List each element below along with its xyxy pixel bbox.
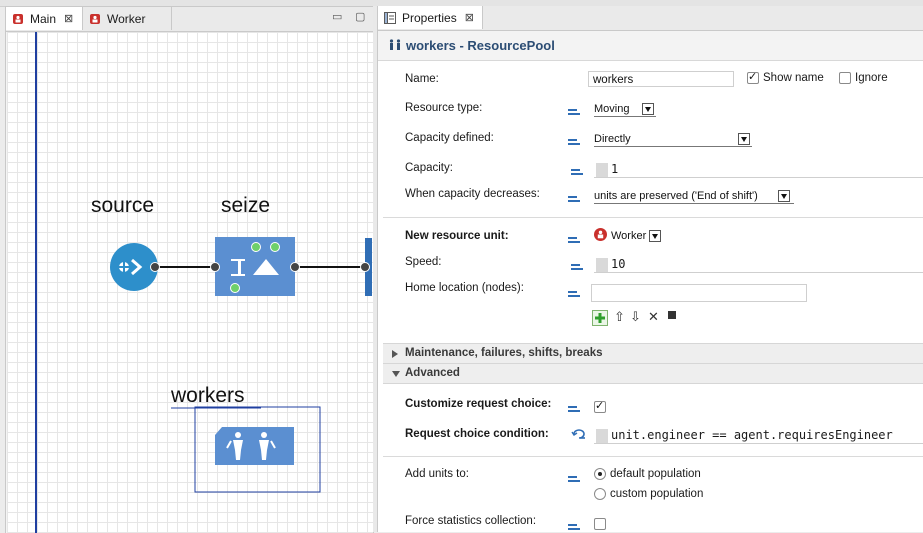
properties-header: workers - ResourcePool	[378, 31, 923, 61]
minimize-icon[interactable]: ▭	[332, 10, 342, 23]
speed-value: 10	[611, 257, 626, 271]
color-swatch-icon[interactable]	[668, 311, 676, 319]
tab-worker[interactable]: Worker	[83, 7, 172, 30]
home-location-list[interactable]	[591, 284, 807, 302]
section-advanced[interactable]: Advanced	[383, 363, 923, 384]
capacity-value: 1	[611, 162, 619, 176]
tab-properties[interactable]: Properties ⊠	[378, 6, 483, 29]
radio-default-population-label: default population	[610, 468, 701, 480]
section-maintenance[interactable]: Maintenance, failures, shifts, breaks	[383, 343, 923, 364]
ignore-checkbox[interactable]	[839, 72, 851, 84]
radio-custom-population-label: custom population	[610, 488, 704, 500]
static-value-icon[interactable]	[568, 137, 582, 147]
capacity-defined-value: Directly	[594, 133, 631, 145]
section-advanced-label: Advanced	[405, 367, 460, 379]
request-condition-label: Request choice condition:	[405, 428, 549, 440]
properties-title: workers - ResourcePool	[406, 38, 555, 53]
section-maintenance-label: Maintenance, failures, shifts, breaks	[405, 347, 603, 359]
force-stats-checkbox[interactable]	[594, 518, 606, 530]
capacity-decreases-value: units are preserved ('End of shift')	[594, 190, 758, 202]
agent-class-icon	[90, 13, 100, 24]
static-value-icon[interactable]	[568, 235, 582, 245]
customize-request-label: Customize request choice:	[405, 398, 552, 410]
expand-icon	[392, 350, 398, 358]
collapse-icon	[392, 371, 400, 377]
static-value-icon[interactable]	[568, 194, 582, 204]
resource-type-value: Moving	[594, 103, 630, 115]
add-icon[interactable]	[592, 310, 608, 326]
dynamic-value-icon[interactable]	[571, 427, 587, 441]
editor-pane: Main ⊠ Worker ▭ ▢ source seize workers	[5, 6, 374, 533]
resource-type-dropdown[interactable]: Moving	[594, 103, 656, 117]
static-value-icon[interactable]	[568, 289, 582, 299]
chevron-down-icon[interactable]	[778, 190, 790, 202]
static-value-icon[interactable]	[568, 474, 582, 484]
capacity-decreases-dropdown[interactable]: units are preserved ('End of shift')	[594, 190, 794, 204]
separator	[383, 217, 923, 218]
capacity-field[interactable]: 1	[594, 160, 923, 178]
show-name-label: Show name	[763, 72, 824, 84]
move-up-icon[interactable]: ⇧	[614, 310, 625, 325]
radio-default-population[interactable]	[594, 468, 606, 480]
capacity-label: Capacity:	[405, 162, 453, 174]
customize-request-checkbox[interactable]	[594, 399, 606, 413]
maximize-icon[interactable]: ▢	[355, 10, 365, 23]
agent-class-icon	[13, 13, 23, 24]
close-icon[interactable]: ⊠	[465, 11, 474, 24]
speed-label: Speed:	[405, 256, 442, 268]
move-down-icon[interactable]: ⇩	[630, 310, 641, 325]
force-stats-label: Force statistics collection:	[405, 515, 537, 527]
tab-main-label: Main	[30, 11, 57, 26]
properties-tab-bar: Properties ⊠	[378, 6, 923, 31]
new-resource-unit-label: New resource unit:	[405, 230, 509, 242]
properties-pane: Properties ⊠ workers - ResourcePool Name…	[377, 6, 923, 532]
radio-custom-population[interactable]	[594, 488, 606, 500]
separator	[383, 456, 923, 457]
chevron-down-icon[interactable]	[738, 133, 750, 145]
capacity-defined-label: Capacity defined:	[405, 132, 494, 144]
ignore-label: Ignore	[855, 72, 888, 84]
close-icon[interactable]: ⊠	[64, 12, 73, 25]
new-resource-unit-dropdown[interactable]: Worker	[611, 230, 663, 244]
chevron-down-icon[interactable]	[642, 103, 654, 115]
static-value-icon[interactable]	[568, 522, 582, 532]
home-location-label: Home location (nodes):	[405, 282, 524, 294]
static-value-icon[interactable]	[571, 167, 585, 177]
process-flow-diagram	[110, 237, 370, 493]
capacity-defined-dropdown[interactable]: Directly	[594, 133, 752, 147]
new-resource-unit-value: Worker	[611, 230, 647, 242]
editor-tab-bar: Main ⊠ Worker ▭ ▢	[6, 7, 373, 32]
capacity-decreases-label: When capacity decreases:	[405, 188, 540, 200]
tab-worker-label: Worker	[107, 11, 146, 26]
tab-properties-label: Properties	[402, 10, 457, 25]
seize-in-port	[210, 262, 220, 272]
next-in-port	[360, 262, 370, 272]
name-field[interactable]: workers	[588, 71, 734, 87]
static-value-icon[interactable]	[571, 262, 585, 272]
name-label: Name:	[405, 73, 439, 85]
show-name-checkbox[interactable]	[747, 70, 759, 84]
diagram-canvas[interactable]: source seize workers	[7, 32, 373, 533]
tab-main[interactable]: Main ⊠	[6, 7, 83, 30]
resource-pool-block	[215, 427, 294, 465]
chevron-down-icon[interactable]	[649, 230, 661, 242]
add-units-label: Add units to:	[405, 468, 469, 480]
seize-block	[215, 237, 295, 296]
workers-label: workers	[171, 384, 245, 407]
static-value-icon[interactable]	[568, 107, 582, 117]
agent-type-icon	[594, 228, 607, 241]
speed-field[interactable]: 10	[594, 255, 923, 273]
source-out-port	[150, 262, 160, 272]
properties-icon	[384, 11, 396, 24]
static-value-icon[interactable]	[568, 404, 582, 414]
request-condition-value: unit.engineer == agent.requiresEngineer	[611, 428, 893, 442]
seize-out-port	[290, 262, 300, 272]
delete-icon[interactable]: ✕	[648, 310, 659, 325]
resource-pool-icon	[389, 39, 401, 50]
request-condition-field[interactable]: unit.engineer == agent.requiresEngineer	[594, 426, 923, 444]
resource-type-label: Resource type:	[405, 102, 483, 114]
